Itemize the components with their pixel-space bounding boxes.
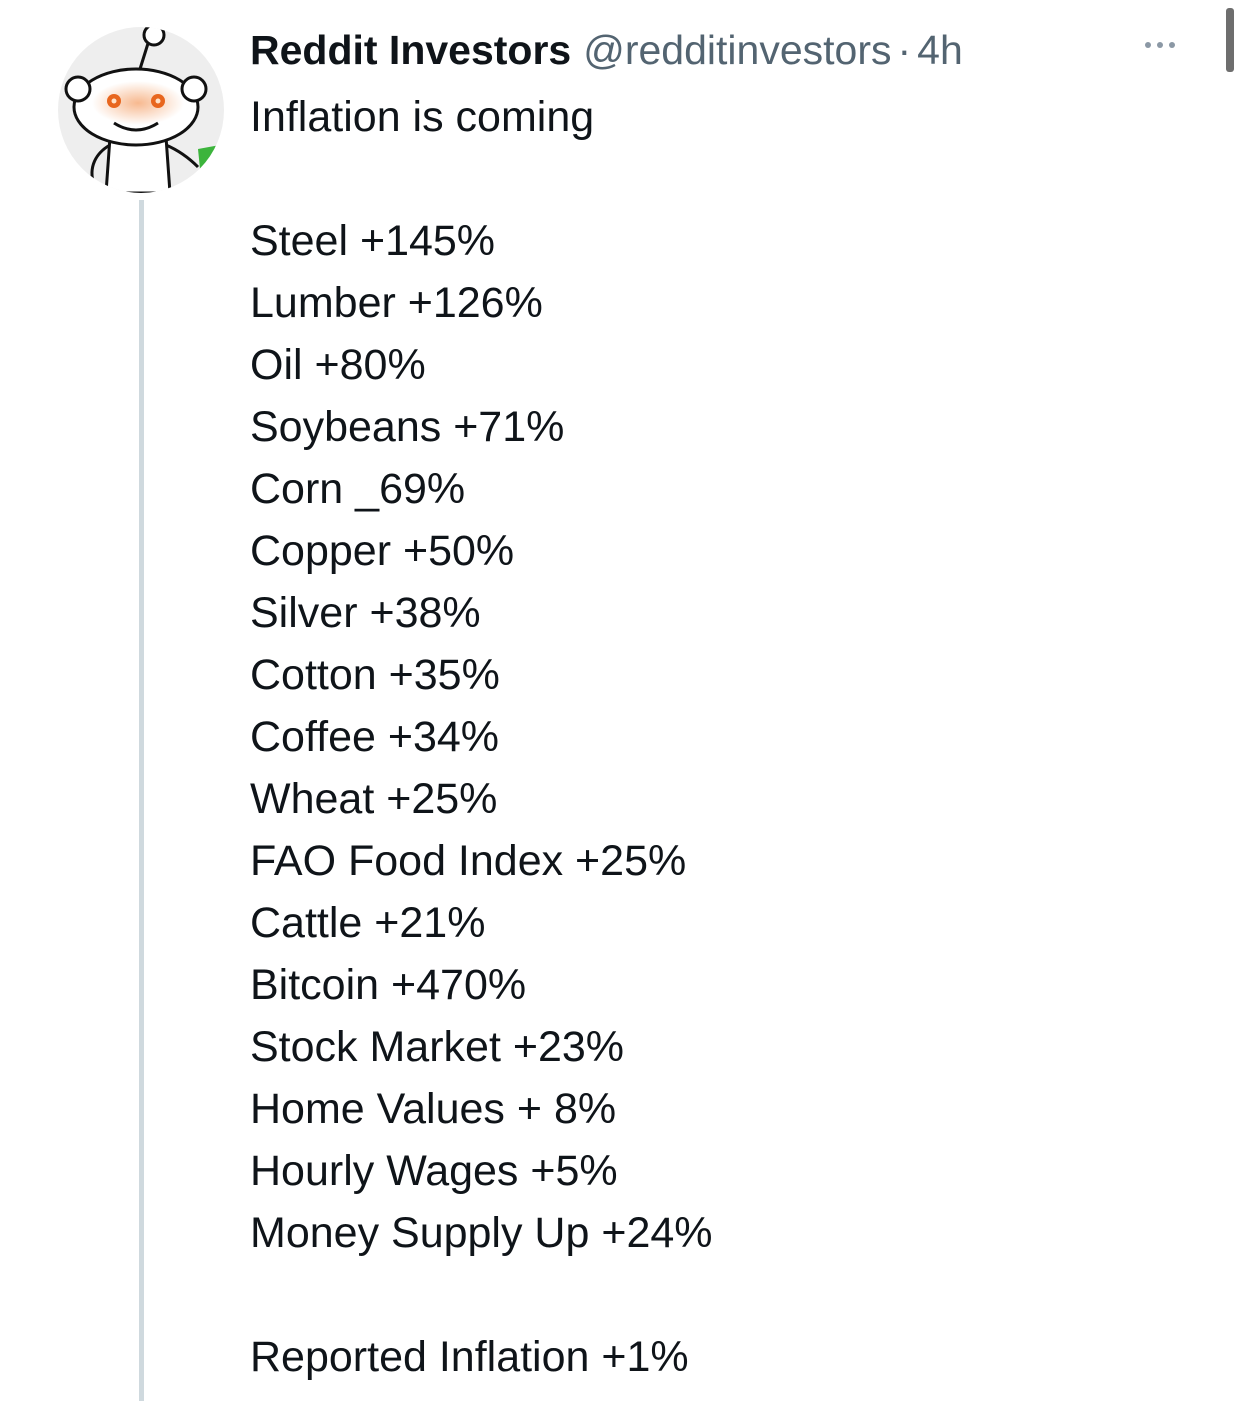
list-item: Hourly Wages +5% <box>250 1147 618 1195</box>
list-item: Money Supply Up +24% <box>250 1209 713 1257</box>
list-item: Steel +145% <box>250 217 496 265</box>
list-item: Cattle +21% <box>250 899 486 947</box>
tweet-header: Reddit Investors @redditinvestors · 4h <box>250 24 963 76</box>
list-item: Cotton +35% <box>250 651 500 699</box>
list-item: Stock Market +23% <box>250 1023 625 1071</box>
tweet-footer: Reported Inflation +1% <box>250 1333 689 1381</box>
list-item: Copper +50% <box>250 527 515 575</box>
list-item: Coffee +34% <box>250 713 500 761</box>
list-item: Oil +80% <box>250 341 426 389</box>
more-options-icon[interactable] <box>1136 30 1184 60</box>
more-dot <box>1169 42 1175 48</box>
tweet-intro: Inflation is coming <box>250 93 595 141</box>
list-item: Lumber +126% <box>250 279 543 327</box>
list-item: Corn _69% <box>250 465 466 513</box>
more-dot <box>1145 42 1151 48</box>
list-item: Bitcoin +470% <box>250 961 527 1009</box>
reddit-snoo-avatar-icon <box>58 27 224 193</box>
list-item: Silver +38% <box>250 589 481 637</box>
author-name[interactable]: Reddit Investors <box>250 27 571 74</box>
list-item: Soybeans +71% <box>250 403 565 451</box>
header-separator: · <box>897 26 912 73</box>
list-item: FAO Food Index +25% <box>250 837 687 885</box>
more-dot <box>1157 42 1163 48</box>
author-avatar[interactable] <box>58 27 224 193</box>
tweet-timestamp[interactable]: 4h <box>917 27 963 74</box>
list-item: Home Values + 8% <box>250 1085 617 1133</box>
thread-line <box>139 200 144 1401</box>
list-item: Wheat +25% <box>250 775 498 823</box>
author-handle[interactable]: @redditinvestors <box>583 27 891 74</box>
scrollbar[interactable] <box>1226 8 1234 72</box>
tweet-text: Inflation is coming Steel +145% Lumber +… <box>250 86 713 1388</box>
